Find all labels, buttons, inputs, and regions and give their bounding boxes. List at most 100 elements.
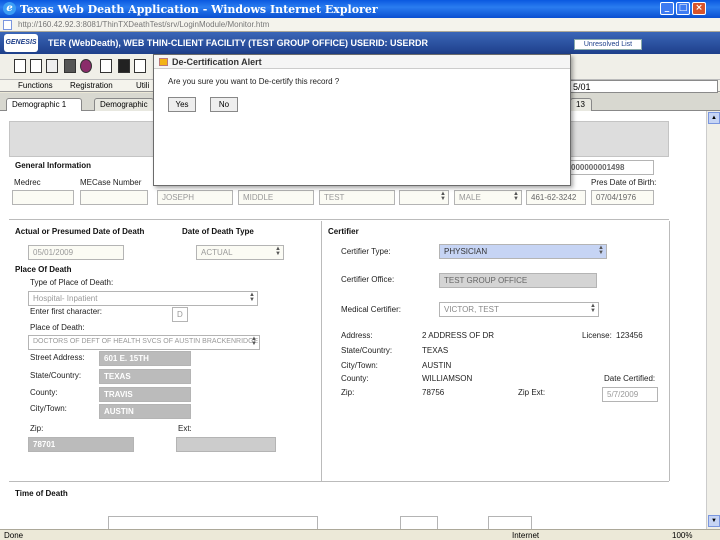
- dialog-message: Are you sure you want to De-certify this…: [168, 77, 340, 86]
- tab-13[interactable]: 13: [570, 98, 592, 111]
- death-type-select[interactable]: ACTUAL ▲ ▼: [196, 245, 284, 260]
- section-divider-2: [9, 481, 669, 482]
- street-input[interactable]: 601 E. 15TH: [99, 351, 191, 366]
- medrec-label: Medrec: [14, 178, 41, 187]
- dialog-title: De-Certification Alert: [172, 57, 262, 67]
- zip-input[interactable]: 78701: [28, 437, 134, 452]
- certifier-type-label: Certifier Type:: [341, 247, 391, 256]
- mecase-input[interactable]: [80, 190, 148, 205]
- certifier-office-label: Certifier Office:: [341, 275, 395, 284]
- tools-icon[interactable]: [64, 59, 76, 73]
- binoculars-icon[interactable]: [118, 59, 130, 73]
- list-icon[interactable]: [30, 59, 42, 73]
- date-certified-input[interactable]: 5/7/2009: [602, 387, 658, 402]
- ssn-input[interactable]: 461-62-3242: [526, 190, 586, 205]
- app-banner: GENESIS TER (WebDeath), WEB THIN-CLIENT …: [0, 32, 720, 54]
- ie-logo-icon: e: [3, 2, 16, 15]
- print-icon[interactable]: [100, 59, 112, 73]
- yes-button[interactable]: Yes: [168, 97, 196, 112]
- medical-certifier-select[interactable]: VICTOR, TEST ▲ ▼: [439, 302, 599, 317]
- cert-zip-label: Zip:: [341, 388, 355, 397]
- type-place-label: Type of Place of Death:: [30, 278, 114, 287]
- ext-label: Ext:: [178, 424, 192, 433]
- death-date-input[interactable]: 05/01/2009: [28, 245, 124, 260]
- place-select[interactable]: DOCTORS OF DEFT OF HEALTH SVCS OF AUSTIN…: [28, 335, 260, 350]
- dob-input[interactable]: 07/04/1976: [591, 190, 654, 205]
- certifier-office-field: TEST GROUP OFFICE: [439, 273, 597, 288]
- county-input[interactable]: TRAVIS: [99, 387, 191, 402]
- suffix-select[interactable]: ▲ ▼: [399, 190, 449, 205]
- menu-functions[interactable]: Functions: [18, 81, 53, 90]
- state-label: State/Country:: [30, 371, 82, 380]
- first-name-input[interactable]: JOSEPH: [157, 190, 233, 205]
- type-place-select[interactable]: Hospital- Inpatient ▲ ▼: [28, 291, 258, 306]
- sex-value: MALE: [459, 193, 481, 202]
- certifier-type-select[interactable]: PHYSICIAN ▲ ▼: [439, 244, 607, 259]
- state-input[interactable]: TEXAS: [99, 369, 191, 384]
- place-label: Place of Death:: [30, 323, 85, 332]
- chevron-down-icon: ▲ ▼: [513, 191, 519, 202]
- middle-name-input[interactable]: MIDDLE: [238, 190, 314, 205]
- death-type-value: ACTUAL: [201, 248, 233, 257]
- address-value: 2 ADDRESS OF DR: [422, 331, 495, 340]
- tab-demographic-2[interactable]: Demographic: [94, 98, 154, 111]
- ribbon-icon[interactable]: [80, 59, 92, 73]
- last-name-input[interactable]: TEST: [319, 190, 395, 205]
- place-value: DOCTORS OF DEFT OF HEALTH SVCS OF AUSTIN…: [33, 338, 259, 345]
- no-button[interactable]: No: [210, 97, 238, 112]
- sex-select[interactable]: MALE ▲ ▼: [454, 190, 522, 205]
- city-label: City/Town:: [30, 404, 67, 413]
- app-title: TER (WebDeath), WEB THIN-CLIENT FACILITY…: [48, 38, 429, 48]
- vertical-scrollbar[interactable]: ▲ ▼: [706, 111, 720, 529]
- first-char-label: Enter first character:: [30, 307, 103, 316]
- city-input[interactable]: AUSTIN: [99, 404, 191, 419]
- chevron-down-icon: ▲ ▼: [275, 246, 281, 257]
- window-titlebar: e Texas Web Death Application - Windows …: [0, 0, 720, 18]
- maximize-button[interactable]: □: [676, 2, 690, 15]
- time-of-death-title: Time of Death: [15, 489, 68, 498]
- license-label: License:: [582, 331, 612, 340]
- general-info-title: General Information: [15, 161, 92, 170]
- medrec-input[interactable]: [12, 190, 74, 205]
- date-certified-label: Date Certified:: [604, 374, 656, 383]
- chevron-down-icon: ▲ ▼: [598, 245, 604, 256]
- cert-county-value: WILLIAMSON: [422, 374, 473, 383]
- page-icon: [3, 20, 12, 30]
- first-char-input[interactable]: D: [172, 307, 188, 322]
- address-bar[interactable]: http://160.42.92.3:8081/ThinTXDeathTest/…: [0, 18, 720, 32]
- chevron-down-icon: ▲ ▼: [440, 191, 446, 202]
- street-label: Street Address:: [30, 353, 85, 362]
- menu-registration[interactable]: Registration: [70, 81, 113, 90]
- minimize-button[interactable]: _: [660, 2, 674, 15]
- tab-demographic-1[interactable]: Demographic 1: [6, 98, 82, 111]
- note-icon[interactable]: [46, 59, 58, 73]
- cert-city-label: City/Town:: [341, 361, 378, 370]
- ext-input[interactable]: [176, 437, 276, 452]
- menu-utilities[interactable]: Utili: [136, 81, 149, 90]
- dob-label: Pres Date of Birth:: [591, 178, 657, 187]
- document-icon[interactable]: [134, 59, 146, 73]
- zoom-level[interactable]: 100%: [672, 531, 692, 540]
- scroll-up-icon[interactable]: ▲: [708, 112, 720, 124]
- certifier-type-value: PHYSICIAN: [444, 247, 488, 256]
- address-label: Address:: [341, 331, 373, 340]
- column-divider: [321, 221, 322, 481]
- right-border: [669, 221, 670, 481]
- chevron-down-icon: ▲ ▼: [251, 336, 257, 347]
- cert-city-value: AUSTIN: [422, 361, 452, 370]
- alert-icon: [159, 58, 168, 66]
- record-number-field: 000000001498: [566, 160, 654, 175]
- close-window-button[interactable]: ×: [692, 2, 706, 15]
- url-text[interactable]: http://160.42.92.3:8081/ThinTXDeathTest/…: [18, 20, 269, 29]
- scroll-down-icon[interactable]: ▼: [708, 515, 720, 527]
- county-label: County:: [30, 388, 58, 397]
- window-title: Texas Web Death Application - Windows In…: [20, 3, 378, 16]
- genesis-logo: GENESIS: [4, 34, 38, 52]
- status-bar: Done Internet 100%: [0, 529, 720, 540]
- decertification-dialog: De-Certification Alert Are you sure you …: [153, 54, 571, 186]
- zip-label: Zip:: [30, 424, 44, 433]
- medical-certifier-label: Medical Certifier:: [341, 305, 402, 314]
- death-date-title: Actual or Presumed Date of Death: [15, 227, 145, 236]
- unresolved-list-button[interactable]: Unresolved List: [574, 39, 642, 50]
- new-record-icon[interactable]: [14, 59, 26, 73]
